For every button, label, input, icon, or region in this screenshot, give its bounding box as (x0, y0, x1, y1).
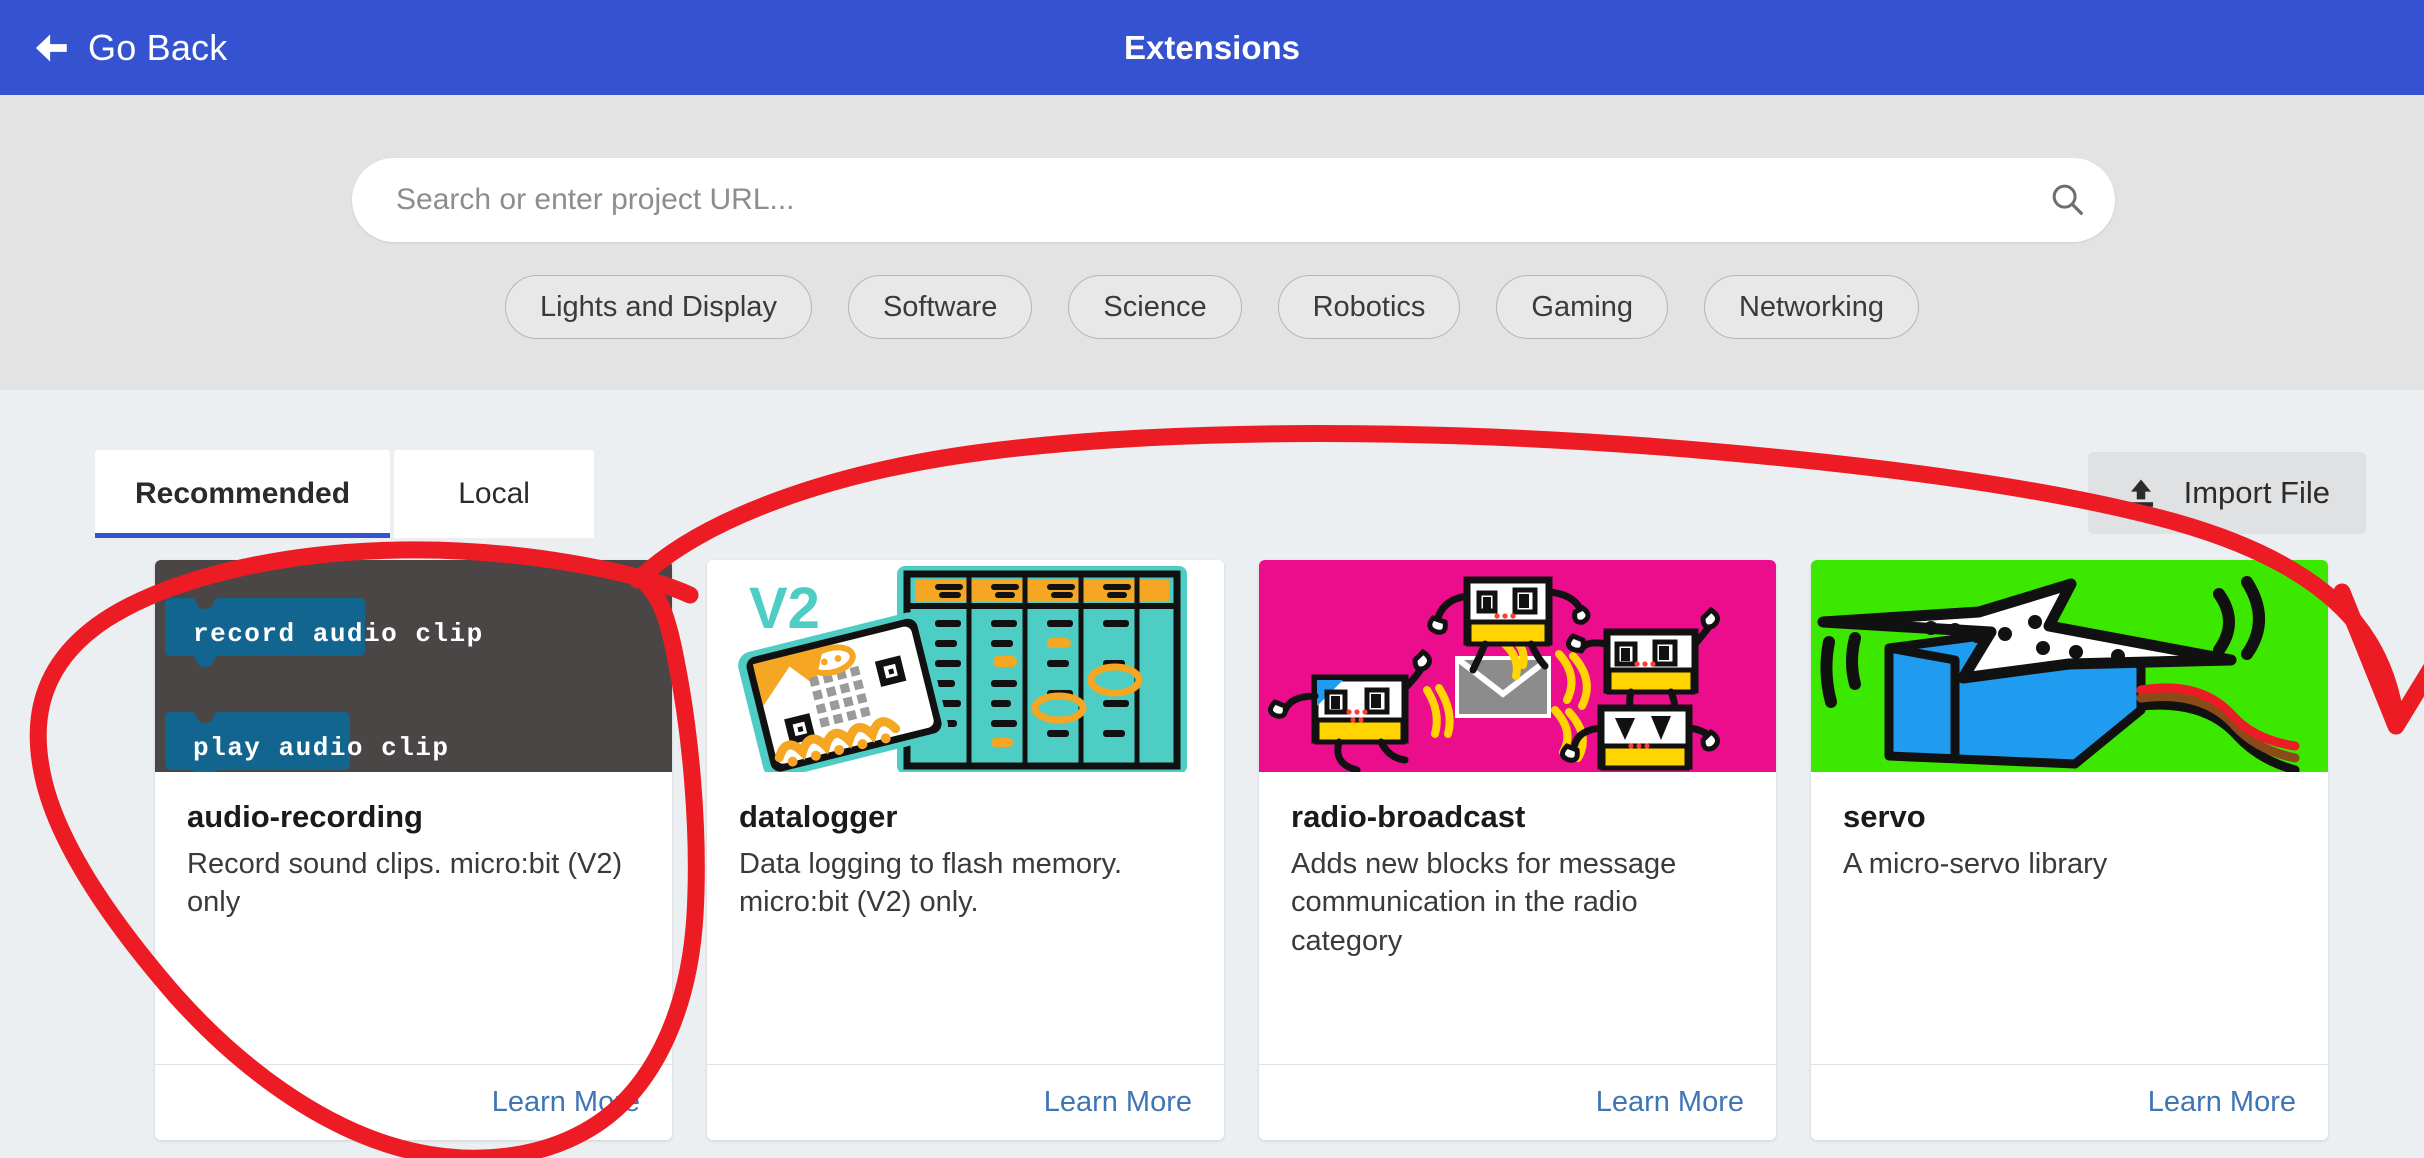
tab-label: Local (458, 477, 530, 510)
learn-more-link[interactable]: Learn More (1596, 1086, 1744, 1119)
upload-icon (2124, 476, 2158, 510)
tab-recommended[interactable]: Recommended (95, 450, 391, 538)
code-block-label: record audio clip (193, 619, 484, 649)
blocks-canvas: record audio clip play audio clip (155, 560, 672, 772)
code-block-label: play audio clip (193, 733, 450, 763)
learn-more-link[interactable]: Learn More (492, 1086, 640, 1119)
card-footer: Learn More (707, 1064, 1224, 1140)
card-title: audio-recording (187, 799, 423, 834)
page-title: Extensions (1123, 28, 1301, 66)
extension-card-radio-broadcast[interactable]: radio-broadcast Adds new blocks for mess… (1259, 560, 1776, 1140)
category-chip-software[interactable]: Software (847, 275, 1033, 339)
import-file-button[interactable]: Import File (2087, 452, 2366, 534)
search-box[interactable] (352, 158, 2115, 242)
card-description: Adds new blocks for message communicatio… (1291, 848, 1677, 957)
v2-badge-text: V2 (749, 576, 820, 641)
tab-local[interactable]: Local (394, 450, 595, 538)
category-chip-robotics[interactable]: Robotics (1277, 275, 1461, 339)
card-title: servo (1843, 799, 1926, 834)
card-title: datalogger (739, 799, 898, 834)
card-footer: Learn More (155, 1064, 672, 1140)
content-area: Recommended Local Import File record aud… (0, 390, 2424, 1158)
arrow-left-icon (30, 27, 72, 69)
extension-card-servo[interactable]: servo A micro-servo library Learn More (1811, 560, 2328, 1140)
go-back-label: Go Back (88, 26, 228, 68)
category-chip-label: Lights and Display (539, 290, 777, 323)
card-title: radio-broadcast (1291, 799, 1526, 834)
category-chip-label: Science (1103, 290, 1207, 323)
extensions-page: Go Back Extensions Lights and Display So… (0, 0, 2424, 1158)
servo-illustration (1811, 560, 2328, 772)
learn-more-link[interactable]: Learn More (2148, 1086, 2296, 1119)
code-block-record-audio-clip: record audio clip (165, 598, 482, 670)
search-button[interactable] (2019, 158, 2115, 242)
search-icon (2048, 180, 2086, 221)
category-chip-label: Robotics (1312, 290, 1426, 323)
learn-more-link[interactable]: Learn More (1044, 1086, 1192, 1119)
category-chip-label: Software (882, 290, 998, 323)
search-section: Lights and Display Software Science Robo… (0, 95, 2424, 390)
card-footer: Learn More (1259, 1064, 1776, 1140)
app-header: Go Back Extensions (0, 0, 2424, 95)
category-chip-label: Gaming (1531, 290, 1633, 323)
tab-bar: Recommended Local (95, 450, 595, 538)
card-body: radio-broadcast Adds new blocks for mess… (1259, 772, 1776, 1064)
card-description: Data logging to flash memory. micro:bit … (739, 848, 1123, 919)
radio-broadcast-illustration (1259, 560, 1776, 772)
category-chip-lights-and-display[interactable]: Lights and Display (504, 275, 812, 339)
datalogger-illustration: V2 (707, 560, 1224, 772)
category-chip-row: Lights and Display Software Science Robo… (0, 275, 2424, 339)
card-thumbnail: V2 (707, 560, 1224, 772)
category-chip-label: Networking (1738, 290, 1885, 323)
tab-label: Recommended (135, 477, 351, 510)
search-input[interactable] (352, 183, 2019, 217)
card-thumbnail (1811, 560, 2328, 772)
extension-card-datalogger[interactable]: V2 datalogger Data logging to flash memo… (707, 560, 1224, 1140)
extension-card-grid: record audio clip play audio clip audio-… (155, 560, 2328, 1140)
category-chip-science[interactable]: Science (1068, 275, 1242, 339)
card-footer: Learn More (1811, 1064, 2328, 1140)
card-description: Record sound clips. micro:bit (V2) only (187, 848, 623, 919)
code-block-play-audio-clip: play audio clip (165, 712, 448, 772)
card-thumbnail: record audio clip play audio clip (155, 560, 672, 772)
card-body: servo A micro-servo library (1811, 772, 2328, 1064)
card-body: audio-recording Record sound clips. micr… (155, 772, 672, 1064)
import-file-label: Import File (2183, 475, 2330, 510)
card-description: A micro-servo library (1843, 848, 2108, 881)
category-chip-gaming[interactable]: Gaming (1496, 275, 1668, 339)
go-back-button[interactable]: Go Back (18, 0, 239, 95)
extension-card-audio-recording[interactable]: record audio clip play audio clip audio-… (155, 560, 672, 1140)
category-chip-networking[interactable]: Networking (1703, 275, 1920, 339)
card-body: datalogger Data logging to flash memory.… (707, 772, 1224, 1064)
card-thumbnail (1259, 560, 1776, 772)
